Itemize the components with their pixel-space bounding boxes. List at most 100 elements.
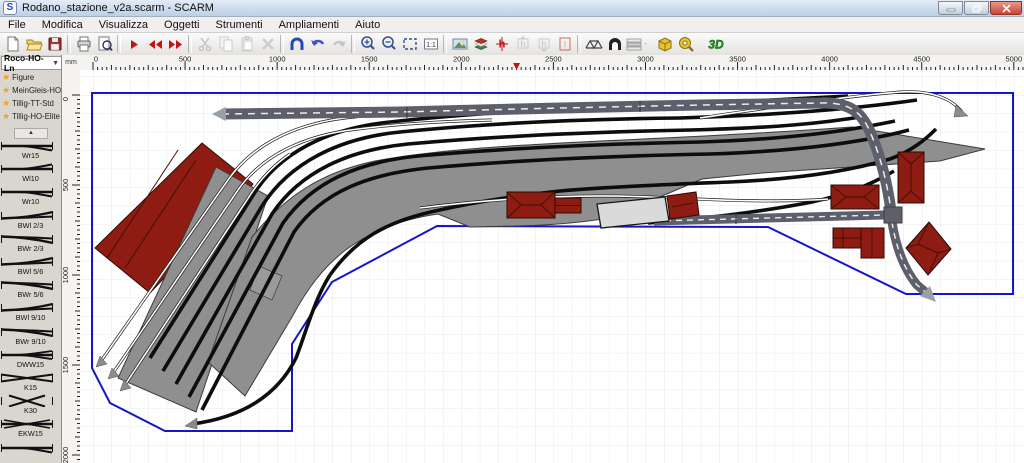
toolbar-separator bbox=[280, 35, 284, 53]
track-piece-dww15[interactable]: DWW15 bbox=[0, 348, 61, 371]
print-preview-button[interactable] bbox=[94, 34, 115, 54]
track-piece-k30[interactable]: K30 bbox=[0, 394, 61, 417]
building-goods-shed bbox=[667, 192, 699, 219]
library-selector[interactable]: Roco-HO-Ln ▼ bbox=[1, 56, 62, 70]
track-piece-label: BWr 5/6 bbox=[0, 290, 61, 299]
track-piece-bwl-5-6[interactable]: BWl 5/6 bbox=[0, 255, 61, 278]
zoom-in-button[interactable] bbox=[357, 34, 378, 54]
menu-file[interactable]: File bbox=[0, 19, 34, 31]
menu-ampliamenti[interactable]: Ampliamenti bbox=[271, 19, 348, 31]
heights-button[interactable]: h bbox=[491, 34, 512, 54]
measure-button[interactable] bbox=[675, 34, 696, 54]
svg-text:3000: 3000 bbox=[637, 55, 654, 64]
library-item-tillig-tt-std[interactable]: ★Tillig-TT-Std bbox=[0, 97, 61, 110]
track-piece-wl10[interactable]: Wl10 bbox=[0, 162, 61, 185]
toolbar-separator bbox=[67, 35, 71, 53]
objects-3d-button[interactable] bbox=[654, 34, 675, 54]
rotate-button[interactable] bbox=[286, 34, 307, 54]
close-icon bbox=[1002, 4, 1011, 13]
library-item-meingleis-ho-7[interactable]: ★MeinGleis-HO-7 bbox=[0, 84, 61, 97]
track-piece-label: BWr 9/10 bbox=[0, 337, 61, 346]
library-item-label: MeinGleis-HO-7 bbox=[12, 86, 61, 95]
menu-modifica[interactable]: Modifica bbox=[34, 19, 91, 31]
library-item-figure[interactable]: ★Figure bbox=[0, 71, 61, 84]
track-piece-label: BWr 2/3 bbox=[0, 244, 61, 253]
track-piece-bwr-2-3[interactable]: BWr 2/3 bbox=[0, 232, 61, 255]
copy-button[interactable] bbox=[215, 34, 236, 54]
track-piece-wr15[interactable]: Wr15 bbox=[0, 139, 61, 162]
save-button[interactable] bbox=[44, 34, 65, 54]
rotate-icon bbox=[288, 35, 306, 53]
redo-button[interactable] bbox=[328, 34, 349, 54]
menu-visualizza[interactable]: Visualizza bbox=[91, 19, 156, 31]
zoom-actual-button[interactable]: 1:1 bbox=[420, 34, 441, 54]
vertical-ruler[interactable]: 0500100015002000 bbox=[62, 70, 81, 463]
close-button[interactable] bbox=[990, 1, 1022, 15]
redo-icon bbox=[330, 35, 348, 53]
toolbar-separator bbox=[117, 35, 121, 53]
open-file-button[interactable] bbox=[23, 34, 44, 54]
print-button[interactable] bbox=[73, 34, 94, 54]
svg-text:2000: 2000 bbox=[453, 55, 470, 64]
text-label-button[interactable]: I bbox=[554, 34, 575, 54]
track-piece-label: Wr10 bbox=[0, 197, 61, 206]
svg-text:1000: 1000 bbox=[62, 267, 70, 284]
bridge-button[interactable] bbox=[583, 34, 604, 54]
star-icon: ★ bbox=[2, 98, 10, 109]
paste-button[interactable] bbox=[236, 34, 257, 54]
svg-text:1000: 1000 bbox=[269, 55, 286, 64]
svg-text:5000: 5000 bbox=[1005, 55, 1022, 64]
horizontal-ruler[interactable]: 0500100015002000250030003500400045005000 bbox=[80, 55, 1024, 71]
layers-button[interactable] bbox=[470, 34, 491, 54]
zoom-out-button[interactable] bbox=[378, 34, 399, 54]
open-folder-icon bbox=[25, 35, 43, 53]
undo-button[interactable] bbox=[307, 34, 328, 54]
cut-button[interactable] bbox=[194, 34, 215, 54]
baseboard-button[interactable] bbox=[625, 34, 646, 54]
track-piece-bwr-5-6[interactable]: BWr 5/6 bbox=[0, 278, 61, 301]
track-piece-bwl-2-3[interactable]: BWl 2/3 bbox=[0, 209, 61, 232]
track-piece-label: BWl 9/10 bbox=[0, 313, 61, 322]
layout-canvas[interactable] bbox=[80, 70, 1024, 463]
lower-height-button[interactable]: h bbox=[533, 34, 554, 54]
zoom-selection-icon bbox=[401, 35, 419, 53]
next-track-button[interactable] bbox=[165, 34, 186, 54]
app-icon: S bbox=[3, 1, 17, 15]
new-file-button[interactable] bbox=[2, 34, 23, 54]
menu-aiuto[interactable]: Aiuto bbox=[347, 19, 388, 31]
minimize-button[interactable] bbox=[938, 1, 963, 15]
road-intersection bbox=[884, 207, 902, 223]
library-item-tillig-ho-elite[interactable]: ★Tillig-HO-Elite bbox=[0, 110, 61, 123]
track-piece-bwr-9-10[interactable]: BWr 9/10 bbox=[0, 325, 61, 348]
baseboard-icon bbox=[625, 35, 646, 53]
lower-height-icon: h bbox=[535, 35, 553, 53]
zoom-in-icon bbox=[359, 35, 377, 53]
track-piece-label: Wl10 bbox=[0, 174, 61, 183]
menu-oggetti[interactable]: Oggetti bbox=[156, 19, 207, 31]
restore-icon bbox=[972, 4, 982, 13]
start-point-button[interactable] bbox=[123, 34, 144, 54]
layout-drawing[interactable] bbox=[80, 70, 1024, 463]
previous-track-button[interactable] bbox=[144, 34, 165, 54]
view-3d-button[interactable]: 3D bbox=[704, 34, 725, 54]
delete-button[interactable] bbox=[257, 34, 278, 54]
printer-icon bbox=[75, 35, 93, 53]
scroll-up-button[interactable]: ▲ bbox=[14, 128, 48, 139]
play-arrow-icon bbox=[125, 35, 143, 53]
save-floppy-icon bbox=[46, 35, 64, 53]
track-piece-k15[interactable]: K15 bbox=[0, 371, 61, 394]
track-piece-ekw15[interactable]: EKW15 bbox=[0, 417, 61, 440]
restore-button[interactable] bbox=[964, 1, 989, 15]
background-image-button[interactable] bbox=[449, 34, 470, 54]
track-piece-wr10[interactable]: Wr10 bbox=[0, 185, 61, 208]
track-piece-label: Wr15 bbox=[0, 151, 61, 160]
track-piece-next[interactable] bbox=[0, 441, 61, 463]
track-piece-bwl-9-10[interactable]: BWl 9/10 bbox=[0, 301, 61, 324]
raise-height-button[interactable]: h bbox=[512, 34, 533, 54]
menu-strumenti[interactable]: Strumenti bbox=[208, 19, 271, 31]
svg-text:I: I bbox=[563, 40, 566, 50]
svg-text:1:1: 1:1 bbox=[426, 42, 436, 49]
svg-text:2000: 2000 bbox=[62, 447, 70, 463]
zoom-selection-button[interactable] bbox=[399, 34, 420, 54]
tunnel-button[interactable] bbox=[604, 34, 625, 54]
